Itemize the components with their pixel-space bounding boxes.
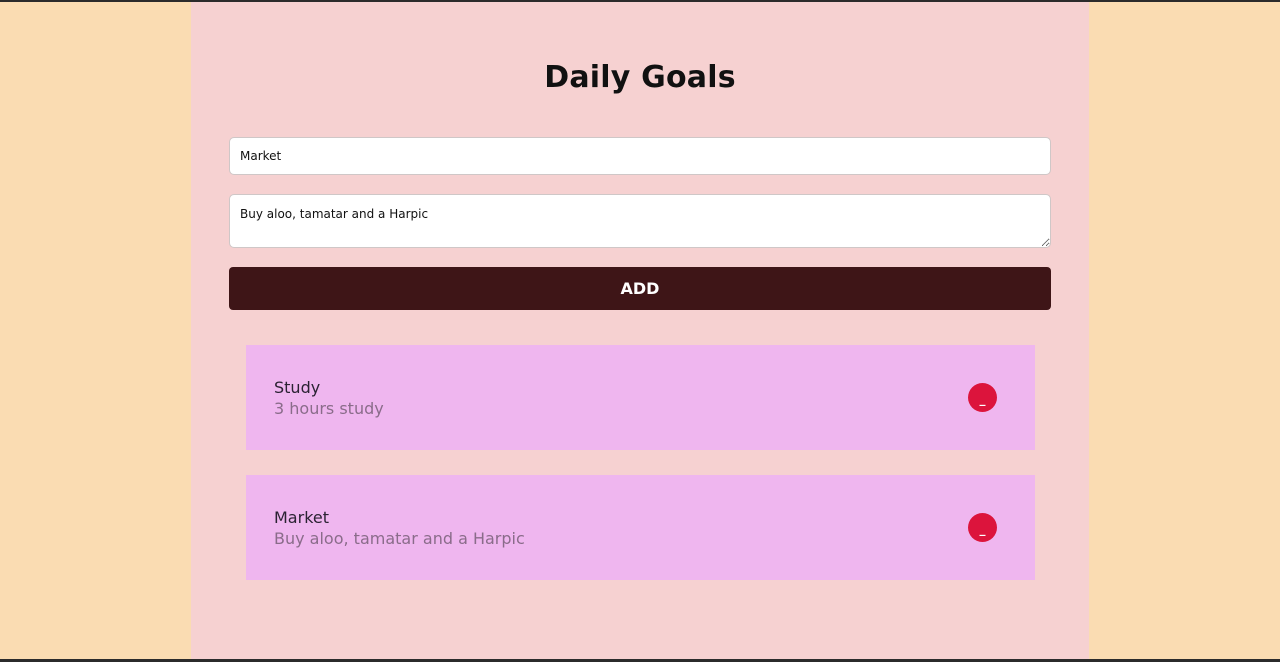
goal-title: Study — [274, 378, 321, 397]
remove-goal-button[interactable]: _ — [968, 383, 997, 412]
goal-card: Study 3 hours study _ — [246, 345, 1035, 450]
goal-title: Market — [274, 508, 329, 527]
add-button[interactable]: ADD — [229, 267, 1051, 310]
goal-description-input[interactable]: Buy aloo, tamatar and a Harpic — [229, 194, 1051, 248]
goal-card: Market Buy aloo, tamatar and a Harpic _ — [246, 475, 1035, 580]
goal-title-input[interactable] — [229, 137, 1051, 175]
goal-description: Buy aloo, tamatar and a Harpic — [274, 529, 525, 548]
app-viewport: Daily Goals Buy aloo, tamatar and a Harp… — [0, 2, 1280, 659]
page-title: Daily Goals — [544, 60, 736, 95]
goal-description: 3 hours study — [274, 399, 384, 418]
remove-goal-button[interactable]: _ — [968, 513, 997, 542]
goals-container: Daily Goals Buy aloo, tamatar and a Harp… — [191, 2, 1089, 659]
